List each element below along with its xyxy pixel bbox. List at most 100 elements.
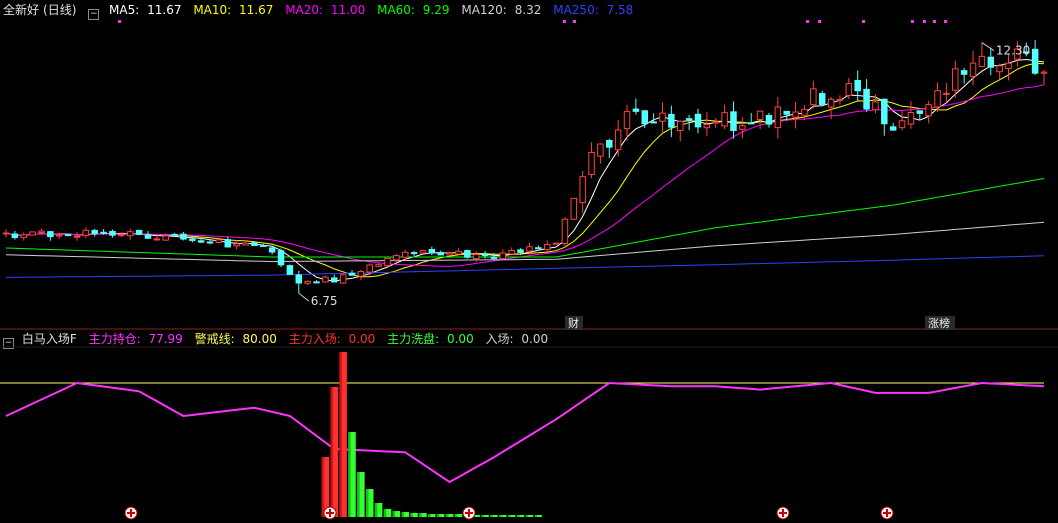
event-dot xyxy=(862,20,865,23)
candle-body xyxy=(783,110,790,115)
candle-body xyxy=(38,230,45,234)
bar-shade xyxy=(534,515,538,517)
candle-body xyxy=(730,111,737,132)
candle-body xyxy=(11,233,19,239)
candle-body xyxy=(215,239,223,243)
low-marker-line xyxy=(298,292,310,302)
bar-shade xyxy=(516,515,520,517)
candle-body xyxy=(987,56,995,68)
candle-body xyxy=(109,230,116,236)
stock-chart[interactable]: 12.30 6.75 财 涨榜 xyxy=(0,0,1058,523)
bar-shade xyxy=(507,515,511,517)
high-price-label: 12.30 xyxy=(996,44,1030,58)
candle-body xyxy=(437,252,444,256)
candle-body xyxy=(703,123,711,129)
bar-shade xyxy=(410,513,413,517)
bar-shade xyxy=(321,457,325,517)
ma-line-ma20 xyxy=(5,84,1045,267)
ma-line-ma60 xyxy=(5,178,1045,258)
high-marker-line xyxy=(981,42,995,51)
candle-body xyxy=(197,240,205,243)
candle-body xyxy=(91,229,98,235)
bar-shade xyxy=(481,515,484,517)
candle-body xyxy=(171,233,178,236)
entry-signal-icon xyxy=(776,506,790,520)
candle-body xyxy=(233,243,240,247)
entry-signal-icon xyxy=(880,506,894,520)
candle-body xyxy=(579,176,586,204)
candle-body xyxy=(384,257,391,267)
candle-body xyxy=(721,112,728,127)
candle-body xyxy=(606,139,613,148)
event-dot xyxy=(933,20,936,23)
candle-body xyxy=(126,231,134,237)
candle-body xyxy=(481,254,489,257)
candle-body xyxy=(472,253,480,259)
candle-body xyxy=(366,264,373,273)
candle-body xyxy=(304,280,311,284)
bar-shade xyxy=(330,387,334,517)
entry-signal-icon xyxy=(462,506,476,520)
candles xyxy=(2,40,1048,294)
candle-body xyxy=(180,233,187,240)
main-holding-line xyxy=(5,381,1045,484)
candle-body xyxy=(934,90,941,108)
candle-body xyxy=(144,234,152,239)
candle-body xyxy=(224,239,232,248)
candle-body xyxy=(765,114,773,125)
candle-body xyxy=(393,255,400,261)
candle-body xyxy=(827,98,835,108)
candle-body xyxy=(668,113,675,128)
candle-body xyxy=(747,122,755,125)
candle-body xyxy=(943,92,950,95)
candle-body xyxy=(756,110,764,120)
candle-body xyxy=(535,247,542,250)
candle-body xyxy=(295,274,303,284)
candle-body xyxy=(969,62,977,77)
ma-line-ma5 xyxy=(5,58,1045,282)
entry-signal-icon xyxy=(124,506,138,520)
ma-line-ma120 xyxy=(5,221,1045,263)
bar-shade xyxy=(499,515,502,517)
bar-shade xyxy=(419,513,422,517)
candle-body xyxy=(455,250,462,255)
candle-body xyxy=(55,234,63,237)
bar-shade xyxy=(490,515,493,517)
limit-up-tag: 涨榜 xyxy=(928,316,950,330)
low-price-label: 6.75 xyxy=(311,294,338,308)
candle-body xyxy=(792,111,799,118)
candle-body xyxy=(419,250,427,254)
candle-body xyxy=(490,256,498,259)
candle-body xyxy=(1040,71,1048,74)
candle-body xyxy=(268,247,276,253)
bar-shade xyxy=(436,514,440,517)
candle-body xyxy=(570,197,578,220)
candle-body xyxy=(401,251,409,258)
candle-body xyxy=(47,231,54,238)
candle-body xyxy=(206,241,214,244)
candle-body xyxy=(64,234,72,237)
event-dot xyxy=(818,20,821,23)
candle-body xyxy=(597,143,604,157)
candle-body xyxy=(978,55,986,67)
candle-body xyxy=(135,229,143,235)
candle-body xyxy=(898,120,906,129)
candle-body xyxy=(854,79,861,92)
candle-body xyxy=(685,118,693,121)
candle-body xyxy=(952,68,959,91)
candle-body xyxy=(543,243,551,251)
candle-body xyxy=(357,271,365,277)
candle-body xyxy=(1005,62,1012,70)
bar-shade xyxy=(357,472,360,517)
candle-body xyxy=(251,242,258,247)
candle-body xyxy=(623,111,631,130)
candle-body xyxy=(818,93,826,105)
candle-body xyxy=(410,252,418,255)
candle-body xyxy=(73,235,81,238)
candle-body xyxy=(313,281,320,284)
candle-body xyxy=(348,272,356,276)
candle-body xyxy=(29,231,36,236)
candle-body xyxy=(561,218,569,245)
candle-body xyxy=(1031,48,1039,74)
candle-body xyxy=(428,248,436,254)
